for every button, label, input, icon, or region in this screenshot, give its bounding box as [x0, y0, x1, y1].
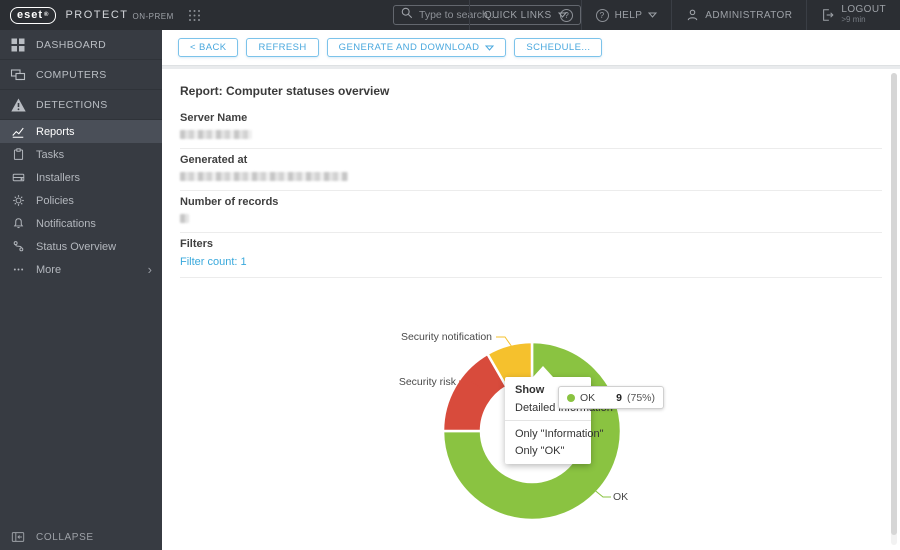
app-grid-icon[interactable] [188, 9, 201, 22]
sidebar-item-dashboard[interactable]: DASHBOARD [0, 30, 162, 60]
sidebar-item-policies[interactable]: Policies [0, 189, 162, 212]
tasks-icon [0, 148, 36, 161]
logout-button[interactable]: LOGOUT >9 min [807, 0, 900, 30]
tooltip-label: OK [580, 391, 596, 404]
logout-icon [823, 9, 834, 21]
generate-and-download-button[interactable]: GENERATE AND DOWNLOAD [326, 38, 507, 57]
gear-icon [0, 194, 36, 207]
reports-icon [0, 125, 36, 139]
back-button[interactable]: < BACK [178, 38, 239, 57]
collapse-icon [0, 530, 36, 544]
sidebar-item-computers[interactable]: COMPUTERS [0, 60, 162, 90]
generated-at-value-redacted [180, 172, 348, 181]
refresh-button[interactable]: REFRESH [246, 38, 319, 57]
computers-icon [0, 67, 36, 83]
installers-icon [0, 171, 36, 184]
status-overview-icon [0, 240, 36, 253]
sidebar-item-installers[interactable]: Installers [0, 166, 162, 189]
chevron-down-icon [648, 12, 658, 18]
product-name: PROTECT [65, 9, 129, 21]
chevron-down-icon [557, 12, 567, 18]
field-server-name: Server Name [180, 107, 882, 149]
sidebar-item-more[interactable]: More › [0, 258, 162, 281]
report-toolbar: < BACK REFRESH GENERATE AND DOWNLOAD SCH… [162, 30, 900, 66]
warning-triangle-icon [0, 97, 36, 113]
slice-label-security-notification: Security notification [400, 331, 492, 343]
sidebar-item-notifications[interactable]: Notifications [0, 212, 162, 235]
slice-label-security-risk: Security risk [398, 376, 456, 388]
search-icon [401, 6, 413, 24]
field-number-of-records: Number of records [180, 191, 882, 233]
sidebar-item-status-overview[interactable]: Status Overview [0, 235, 162, 258]
number-of-records-value-redacted [180, 214, 189, 223]
slice-label-ok: OK [613, 491, 629, 503]
context-menu-pointer [533, 366, 553, 377]
eset-logo: eset® [10, 6, 57, 24]
field-generated-at: Generated at [180, 149, 882, 191]
tooltip-swatch [567, 393, 575, 402]
chart-tooltip: OK 9 (75%) [558, 386, 664, 409]
top-bar: eset® PROTECT ON-PREM ? QUICK LINKS ? [0, 0, 900, 30]
dashboard-icon [0, 37, 36, 53]
menu-divider [505, 420, 591, 421]
user-menu[interactable]: ADMINISTRATOR [672, 0, 806, 30]
page-title: Report: Computer statuses overview [180, 84, 390, 98]
chevron-down-icon [485, 45, 495, 51]
sidebar-item-reports[interactable]: Reports [0, 120, 162, 143]
session-timer: >9 min [841, 15, 866, 24]
collapse-button[interactable]: COLLAPSE [0, 524, 162, 550]
schedule-button[interactable]: SCHEDULE... [514, 38, 603, 57]
scrollbar-track[interactable] [891, 73, 897, 545]
registered-mark: ® [44, 11, 50, 18]
help-icon: ? [595, 8, 609, 22]
server-name-value-redacted [180, 130, 252, 139]
menu-item-only-information[interactable]: Only "Information" [505, 425, 604, 442]
field-filters: Filters Filter count: 1 [180, 233, 882, 278]
scrollbar-thumb[interactable] [891, 73, 897, 535]
tooltip-value: 9 [616, 391, 622, 404]
report-panel: Report: Computer statuses overview Serve… [162, 69, 900, 550]
menu-item-only-ok[interactable]: Only "OK" [505, 442, 591, 459]
sidebar-item-detections[interactable]: DETECTIONS [0, 90, 162, 120]
sidebar-item-tasks[interactable]: Tasks [0, 143, 162, 166]
filter-count-link[interactable]: Filter count: 1 [180, 256, 882, 268]
user-icon [688, 9, 698, 21]
chevron-right-icon: › [147, 262, 152, 277]
help-menu[interactable]: ? HELP [582, 0, 672, 30]
quick-links-menu[interactable]: QUICK LINKS [470, 0, 581, 30]
more-ellipsis-icon [0, 263, 36, 276]
tooltip-percent: (75%) [626, 391, 655, 404]
product-edition: ON-PREM [132, 11, 174, 21]
brand: eset® PROTECT ON-PREM [10, 6, 201, 24]
sidebar: DASHBOARD COMPUTERS DETECTIONS Reports T… [0, 30, 162, 550]
bell-icon [0, 217, 36, 230]
